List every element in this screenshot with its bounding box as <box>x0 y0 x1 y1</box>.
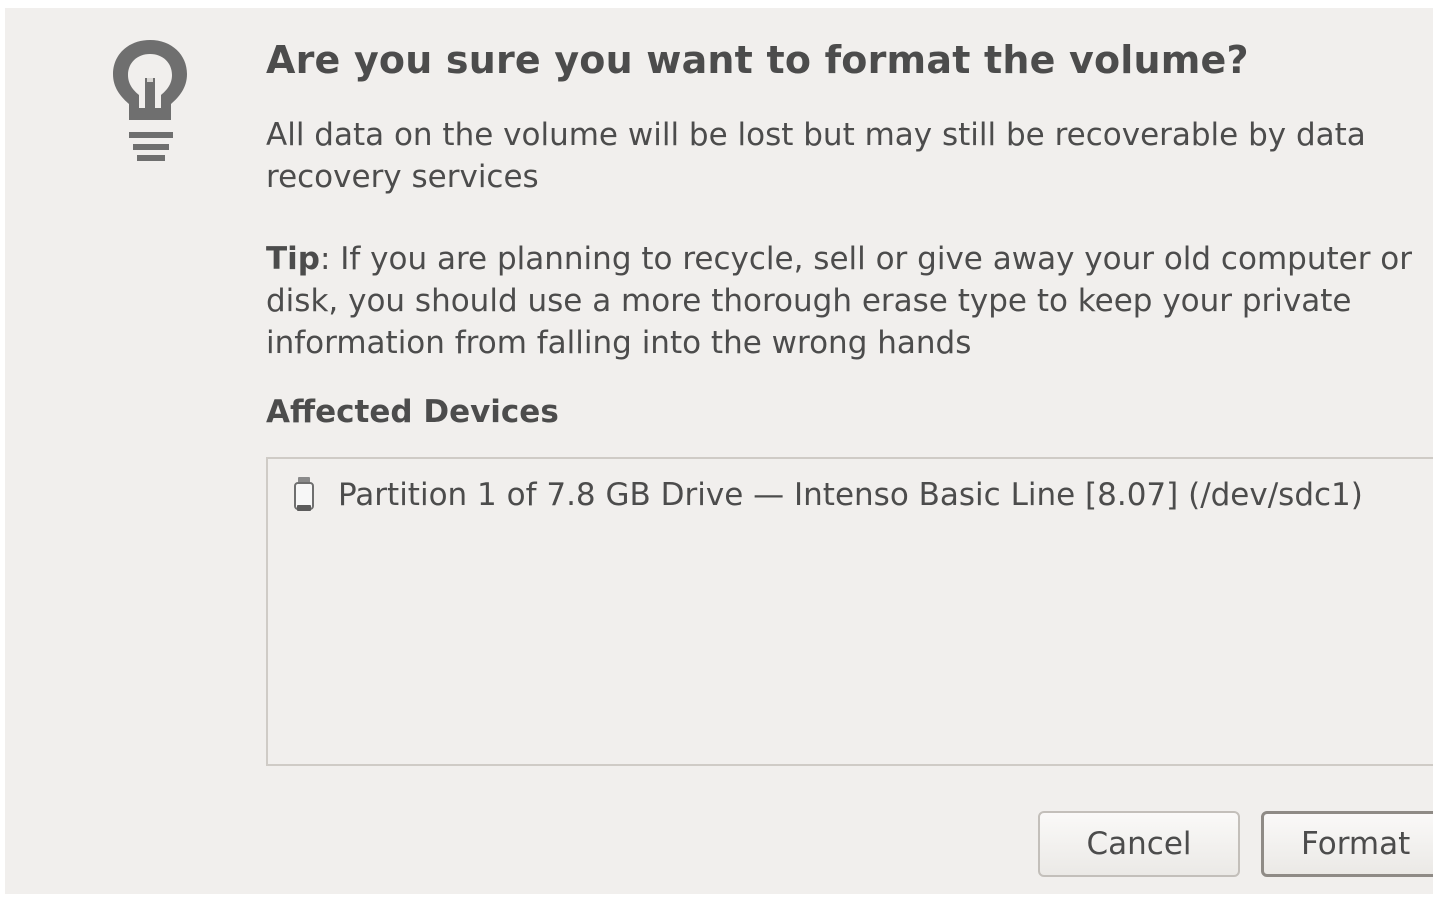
dialog-title: Are you sure you want to format the volu… <box>266 38 1249 82</box>
format-volume-dialog: Are you sure you want to format the volu… <box>5 8 1433 894</box>
tip-label: Tip <box>266 241 320 277</box>
affected-devices-heading: Affected Devices <box>266 394 559 430</box>
tip-paragraph: Tip: If you are planning to recycle, sel… <box>266 238 1426 364</box>
cancel-button[interactable]: Cancel <box>1038 811 1240 877</box>
usb-drive-icon <box>294 477 314 511</box>
device-label: Partition 1 of 7.8 GB Drive — Intenso Ba… <box>338 477 1363 513</box>
tip-text: : If you are planning to recycle, sell o… <box>266 241 1413 361</box>
list-item[interactable]: Partition 1 of 7.8 GB Drive — Intenso Ba… <box>290 473 1363 517</box>
lightbulb-icon <box>107 36 193 166</box>
affected-devices-list[interactable]: Partition 1 of 7.8 GB Drive — Intenso Ba… <box>266 457 1433 766</box>
format-button[interactable]: Format <box>1261 811 1433 877</box>
dialog-message: All data on the volume will be lost but … <box>266 117 1366 195</box>
